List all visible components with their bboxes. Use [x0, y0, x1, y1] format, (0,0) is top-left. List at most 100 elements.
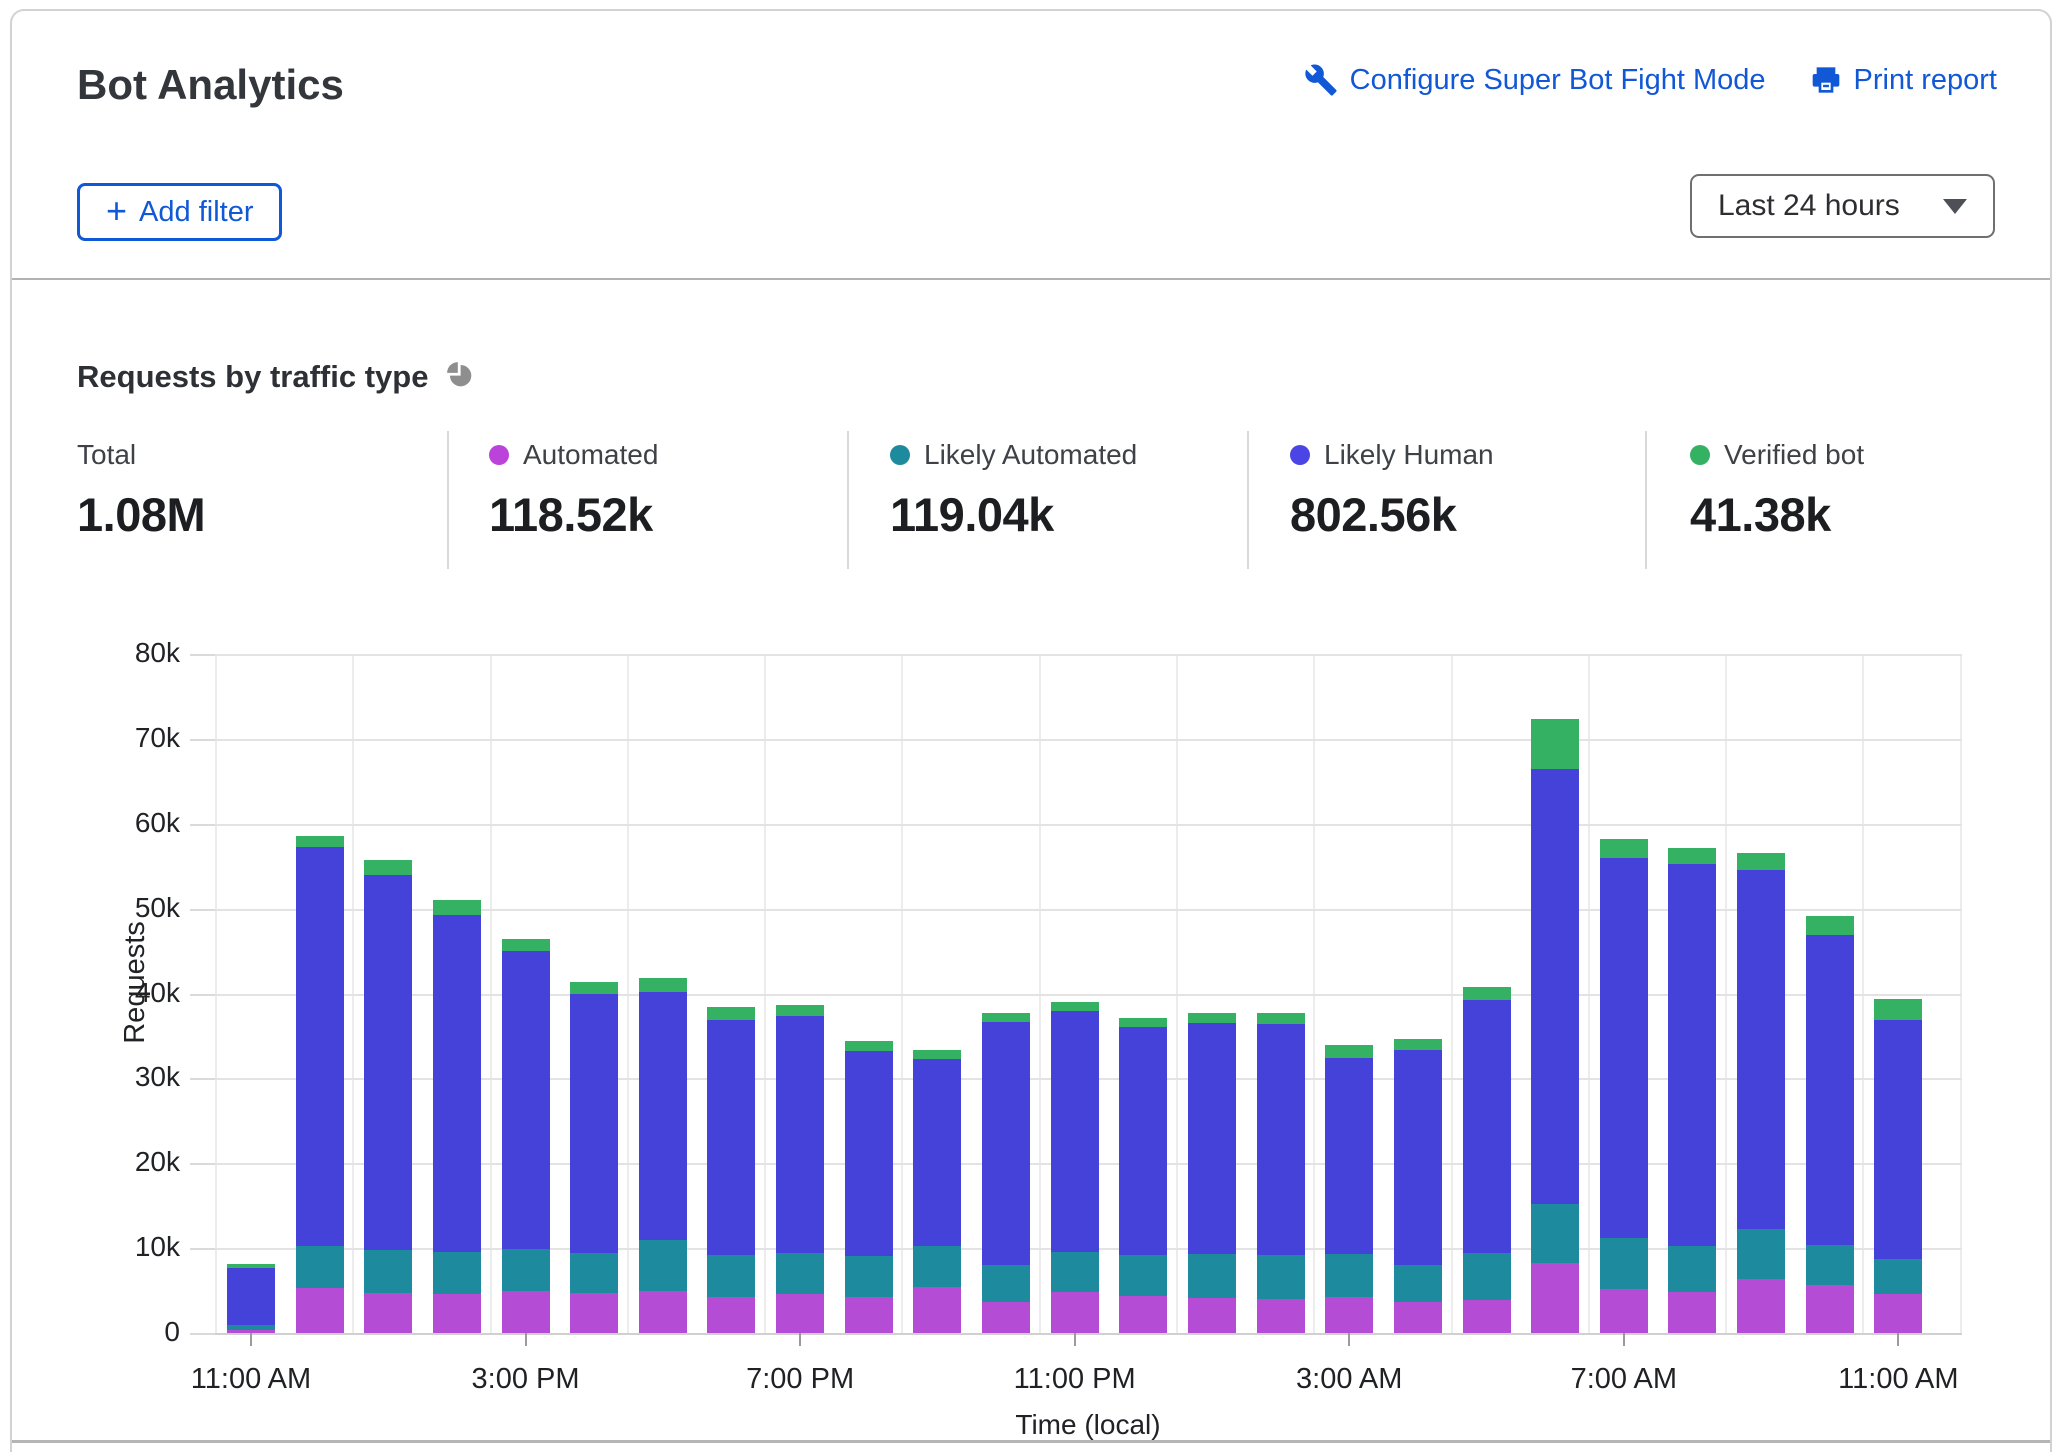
- y-tick-label: 40k: [20, 977, 180, 1009]
- bar-segment-automated: [1737, 1279, 1785, 1333]
- bar-segment-likely-human: [364, 875, 412, 1250]
- stacked-bar-hour-2[interactable]: [364, 860, 412, 1333]
- bar-segment-likely-human: [1600, 858, 1648, 1238]
- bar-segment-likely-human: [1188, 1023, 1236, 1254]
- y-gridline: [215, 654, 1962, 656]
- bar-segment-automated: [1119, 1296, 1167, 1333]
- y-tick: [190, 654, 215, 656]
- x-tick: [799, 1333, 801, 1346]
- x-tick-label: 3:00 AM: [1229, 1363, 1469, 1396]
- bar-segment-likely-human: [1051, 1011, 1099, 1252]
- stacked-bar-hour-1[interactable]: [296, 836, 344, 1333]
- stacked-bar-hour-5[interactable]: [570, 982, 618, 1333]
- y-tick: [190, 824, 215, 826]
- y-tick-label: 30k: [20, 1061, 180, 1093]
- bar-segment-verified-bot: [1188, 1013, 1236, 1023]
- bar-segment-automated: [1600, 1289, 1648, 1333]
- bar-segment-likely-human: [1668, 864, 1716, 1247]
- bar-segment-automated: [845, 1297, 893, 1333]
- bar-segment-verified-bot: [1806, 916, 1854, 935]
- requests-chart: Requests 80k70k60k50k40k30k20k10k0 11:00…: [12, 11, 2050, 1452]
- bar-segment-automated: [1394, 1302, 1442, 1333]
- x-tick-label: 11:00 AM: [131, 1363, 371, 1396]
- stacked-bar-hour-15[interactable]: [1257, 1013, 1305, 1333]
- bar-segment-likely-automated: [1531, 1204, 1579, 1263]
- stacked-bar-hour-19[interactable]: [1531, 719, 1579, 1333]
- section-bottom-divider: [12, 1440, 2050, 1443]
- stacked-bar-hour-24[interactable]: [1874, 999, 1922, 1333]
- bar-segment-verified-bot: [1119, 1018, 1167, 1026]
- stacked-bar-hour-9[interactable]: [845, 1041, 893, 1333]
- stacked-bar-hour-0[interactable]: [227, 1264, 275, 1333]
- bar-segment-automated: [364, 1293, 412, 1333]
- stacked-bar-hour-4[interactable]: [502, 939, 550, 1333]
- bar-segment-verified-bot: [776, 1005, 824, 1016]
- bar-segment-verified-bot: [1051, 1002, 1099, 1010]
- x-tick: [1897, 1333, 1899, 1346]
- y-tick-label: 0: [20, 1316, 180, 1348]
- bar-segment-likely-automated: [1737, 1229, 1785, 1278]
- bar-segment-likely-human: [639, 992, 687, 1240]
- bar-segment-automated: [913, 1287, 961, 1333]
- bar-segment-likely-human: [707, 1020, 755, 1255]
- stacked-bar-hour-3[interactable]: [433, 900, 481, 1333]
- bar-segment-likely-human: [1463, 1000, 1511, 1253]
- bar-segment-automated: [1463, 1300, 1511, 1333]
- bar-segment-likely-automated: [776, 1253, 824, 1294]
- bar-segment-likely-automated: [845, 1256, 893, 1298]
- stacked-bar-hour-13[interactable]: [1119, 1018, 1167, 1333]
- stacked-bar-hour-11[interactable]: [982, 1013, 1030, 1333]
- bar-segment-automated: [570, 1293, 618, 1333]
- y-tick: [190, 1333, 215, 1335]
- bar-segment-verified-bot: [707, 1007, 755, 1020]
- bar-segment-verified-bot: [1668, 848, 1716, 863]
- stacked-bar-hour-21[interactable]: [1668, 848, 1716, 1333]
- x-tick: [1348, 1333, 1350, 1346]
- bar-segment-likely-automated: [1874, 1259, 1922, 1294]
- stacked-bar-hour-17[interactable]: [1394, 1039, 1442, 1333]
- bar-segment-likely-automated: [570, 1253, 618, 1293]
- stacked-bar-hour-20[interactable]: [1600, 839, 1648, 1333]
- bar-segment-likely-automated: [502, 1249, 550, 1291]
- stacked-bar-hour-12[interactable]: [1051, 1002, 1099, 1333]
- stacked-bar-hour-16[interactable]: [1325, 1045, 1373, 1333]
- bar-segment-likely-automated: [296, 1246, 344, 1288]
- bar-segment-likely-human: [1737, 870, 1785, 1229]
- stacked-bar-hour-22[interactable]: [1737, 853, 1785, 1333]
- x-tick-label: 7:00 PM: [680, 1363, 920, 1396]
- bar-segment-likely-automated: [1463, 1253, 1511, 1300]
- stacked-bar-hour-10[interactable]: [913, 1050, 961, 1333]
- bar-segment-likely-human: [1257, 1024, 1305, 1255]
- x-tick-label: 7:00 AM: [1504, 1363, 1744, 1396]
- y-tick-label: 10k: [20, 1231, 180, 1263]
- stacked-bar-hour-6[interactable]: [639, 978, 687, 1333]
- bar-segment-likely-human: [502, 951, 550, 1249]
- stacked-bar-hour-8[interactable]: [776, 1005, 824, 1333]
- bar-segment-likely-automated: [1806, 1245, 1854, 1286]
- y-tick-label: 80k: [20, 637, 180, 669]
- stacked-bar-hour-23[interactable]: [1806, 916, 1854, 1333]
- x-tick-label: 11:00 PM: [955, 1363, 1195, 1396]
- x-tick: [525, 1333, 527, 1346]
- bar-segment-likely-automated: [1394, 1265, 1442, 1301]
- bar-segment-likely-human: [776, 1016, 824, 1254]
- bar-segment-likely-automated: [913, 1246, 961, 1288]
- bar-segment-likely-automated: [1325, 1254, 1373, 1297]
- stacked-bar-hour-14[interactable]: [1188, 1013, 1236, 1333]
- bar-segment-automated: [707, 1297, 755, 1333]
- bar-segment-automated: [1188, 1298, 1236, 1333]
- bar-segment-likely-automated: [433, 1252, 481, 1294]
- y-gridline: [215, 1333, 1962, 1335]
- bar-segment-likely-automated: [1051, 1252, 1099, 1293]
- bar-segment-likely-automated: [1119, 1255, 1167, 1296]
- bar-segment-likely-automated: [1600, 1238, 1648, 1289]
- stacked-bar-hour-7[interactable]: [707, 1007, 755, 1333]
- y-tick-label: 50k: [20, 892, 180, 924]
- stacked-bar-hour-18[interactable]: [1463, 987, 1511, 1333]
- bar-segment-likely-automated: [1188, 1254, 1236, 1298]
- bar-segment-verified-bot: [502, 939, 550, 951]
- bar-segment-verified-bot: [1394, 1039, 1442, 1051]
- bar-segment-automated: [1668, 1292, 1716, 1333]
- bar-segment-verified-bot: [364, 860, 412, 874]
- bar-segment-automated: [1874, 1294, 1922, 1333]
